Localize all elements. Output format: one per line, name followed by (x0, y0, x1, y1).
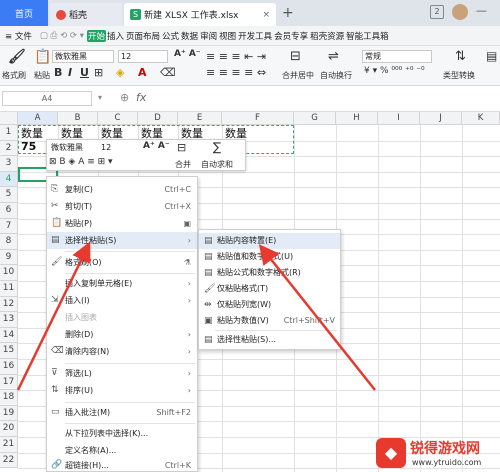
annotation-arrows (16, 241, 376, 391)
arrow-to-paste-special (16, 241, 91, 391)
watermark-logo-icon: ◆ (376, 438, 406, 468)
watermark-url: www.ytruido.com (412, 458, 482, 467)
watermark-title: 锐得游戏网 (410, 441, 480, 457)
arrow-to-transpose (258, 244, 376, 391)
watermark: ◆ 锐得游戏网 www.ytruido.com (376, 436, 500, 472)
